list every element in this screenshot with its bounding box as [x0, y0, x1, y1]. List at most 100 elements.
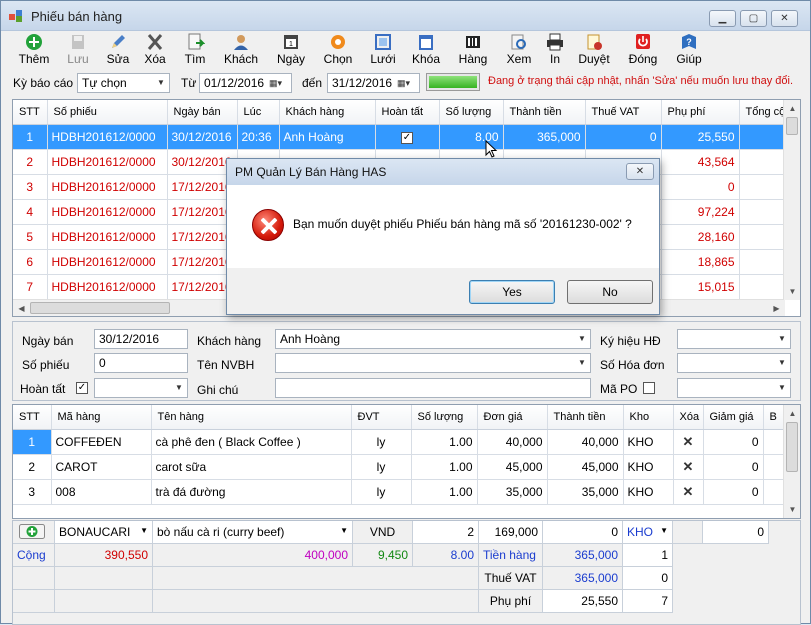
entry-totals-panel: BONAUCARI ▼ bò nấu cà ri (curry beef) ▼ VN…	[12, 520, 801, 625]
hscroll-thumb[interactable]	[30, 302, 170, 314]
delete-row-icon[interactable]: ✕	[683, 434, 694, 450]
items-vscrollbar[interactable]: ▲ ▼	[783, 405, 800, 518]
item-cell-ten: trà đá đường	[151, 479, 352, 505]
maximize-button[interactable]: ▢	[740, 10, 767, 27]
table-row[interactable]: 3 008 trà đá đường ly 1.00 35,000 35,000 KHO ✕ 0	[13, 479, 800, 505]
ma-po-checkbox[interactable]	[643, 382, 655, 394]
entry-item-code[interactable]: BONAUCARI ▼	[55, 521, 153, 544]
add-button[interactable]: Thêm	[17, 33, 51, 67]
delete-row-icon[interactable]: ✕	[683, 484, 694, 500]
invoice-column-header[interactable]: Lúc	[237, 100, 280, 125]
empty-cell	[153, 590, 479, 613]
invoice-vscrollbar[interactable]: ▲ ▼	[783, 100, 800, 300]
hoan-tat-select[interactable]: ▼	[94, 378, 188, 398]
invoice-column-header[interactable]: Thuế VAT	[585, 100, 662, 125]
item-column-header[interactable]: Đơn giá	[477, 405, 548, 430]
print-button[interactable]: In	[543, 33, 567, 67]
scroll-up-icon[interactable]: ▲	[785, 101, 800, 116]
grid-button[interactable]: Lưới	[368, 33, 398, 67]
period-select[interactable]: Tự chọn ▼	[77, 73, 170, 93]
items-grid[interactable]: STT Mã hàng Tên hàng ĐVT Số lượng Đơn giá Thàn…	[12, 404, 801, 519]
goods-button[interactable]: Hàng	[457, 33, 489, 67]
scroll-right-icon[interactable]: ▶	[769, 301, 784, 316]
chevron-down-icon: ▼	[660, 526, 668, 535]
invoice-column-header[interactable]: Khách hàng	[279, 100, 376, 125]
ma-po-select[interactable]: ▼	[677, 378, 791, 398]
item-column-header[interactable]: Mã hàng	[51, 405, 152, 430]
invoice-column-header[interactable]: Hoàn tất	[375, 100, 440, 125]
scroll-down-icon[interactable]: ▼	[785, 502, 800, 517]
customer-button[interactable]: Khách	[223, 33, 259, 67]
yes-button[interactable]: Yes	[469, 280, 555, 304]
minimize-button[interactable]: ▁	[709, 10, 736, 27]
date-button[interactable]: 1 Ngày	[275, 33, 307, 67]
delete-row-icon[interactable]: ✕	[683, 459, 694, 475]
from-date-picker[interactable]: 01/12/2016 ▦▾	[199, 73, 292, 93]
scroll-down-icon[interactable]: ▼	[785, 284, 800, 299]
no-button[interactable]: No	[567, 280, 653, 304]
invoice-column-header[interactable]: Phụ phí	[661, 100, 740, 125]
edit-button[interactable]: Sửa	[103, 33, 133, 67]
khach-hang-select[interactable]: Anh Hoàng ▼	[275, 329, 591, 349]
dialog-close-button[interactable]: ✕	[626, 163, 654, 180]
phu-phi-value[interactable]: 25,550	[543, 590, 623, 613]
item-column-header[interactable]: Xóa	[673, 405, 704, 430]
select-button[interactable]: Chọn	[321, 33, 355, 67]
hoan-tat-checkbox[interactable]: ✓	[76, 382, 88, 394]
close-button[interactable]: ✕	[771, 10, 798, 27]
so-hoa-don-select[interactable]: ▼	[677, 353, 791, 373]
entry-warehouse[interactable]: KHO ▼	[623, 521, 673, 544]
nvbh-select[interactable]: ▼	[275, 353, 591, 373]
save-button[interactable]: Lưu	[63, 33, 93, 67]
lock-button[interactable]: Khóa	[411, 33, 441, 67]
find-button[interactable]: Tìm	[181, 33, 209, 67]
close-form-button[interactable]: Đóng	[627, 33, 659, 67]
delete-button[interactable]: Xóa	[141, 33, 169, 67]
item-cell-ma: COFFEĐEN	[51, 429, 152, 455]
invoice-column-header[interactable]: STT	[13, 100, 48, 125]
table-row[interactable]: 2 CAROT carot sữa ly 1.00 45,000 45,000 KHO ✕ 0	[13, 454, 800, 480]
item-column-header[interactable]: STT	[13, 405, 52, 430]
tien-hang-qty[interactable]: 1	[623, 544, 673, 567]
entry-item-name[interactable]: bò nấu cà ri (curry beef) ▼	[153, 521, 353, 544]
add-row-button[interactable]	[13, 521, 55, 544]
preview-button[interactable]: Xem	[504, 33, 534, 67]
scroll-left-icon[interactable]: ◀	[14, 301, 29, 316]
entry-discount[interactable]: 0	[703, 521, 769, 544]
ghi-chu-field[interactable]	[275, 378, 591, 398]
item-column-header[interactable]: Tên hàng	[151, 405, 352, 430]
table-row[interactable]: 1 HDBH201612/0000 30/12/2016 20:36 Anh Hoàng…	[13, 124, 800, 150]
ky-hieu-select[interactable]: ▼	[677, 329, 791, 349]
ngay-ban-field[interactable]: 30/12/2016	[94, 329, 188, 349]
entry-price[interactable]: 169,000	[479, 521, 543, 544]
goods-icon	[466, 36, 480, 48]
phu-phi-qty[interactable]: 7	[623, 590, 673, 613]
invoice-column-header[interactable]: Ngày bán	[167, 100, 238, 125]
invoice-cell-so-phieu: HDBH201612/0000	[47, 249, 168, 275]
to-date-picker[interactable]: 31/12/2016 ▦▾	[327, 73, 420, 93]
vscroll-thumb[interactable]	[786, 422, 798, 472]
help-button[interactable]: ? Giúp	[675, 33, 703, 67]
item-cell-tien: 35,000	[547, 479, 624, 505]
scroll-up-icon[interactable]: ▲	[785, 406, 800, 421]
approve-button[interactable]: Duyệt	[577, 33, 611, 67]
item-column-header[interactable]: ĐVT	[351, 405, 412, 430]
vat-qty[interactable]: 0	[623, 567, 673, 590]
invoice-column-header[interactable]: Số phiếu	[47, 100, 168, 125]
vscroll-thumb[interactable]	[786, 117, 798, 135]
invoice-cell-tien: 365,000	[503, 124, 586, 150]
invoice-column-header[interactable]: Số lượng	[439, 100, 504, 125]
grid-icon	[375, 34, 391, 50]
item-column-header[interactable]: Kho	[623, 405, 674, 430]
entry-unit[interactable]: VND	[353, 521, 413, 544]
so-phieu-field[interactable]: 0	[94, 353, 188, 373]
table-row[interactable]: 1 COFFEĐEN cà phê đen ( Black Coffee ) ly 1.…	[13, 429, 800, 455]
item-column-header[interactable]: Giảm giá	[703, 405, 764, 430]
item-column-header[interactable]: Thành tiền	[547, 405, 624, 430]
hoan-tat-checkbox[interactable]: ✓	[401, 132, 413, 144]
entry-quantity[interactable]: 2	[413, 521, 479, 544]
invoice-column-header[interactable]: Thành tiền	[503, 100, 586, 125]
dialog-title: PM Quản Lý Bán Hàng HAS	[235, 165, 387, 179]
item-column-header[interactable]: Số lượng	[411, 405, 478, 430]
entry-amount[interactable]: 0	[543, 521, 623, 544]
